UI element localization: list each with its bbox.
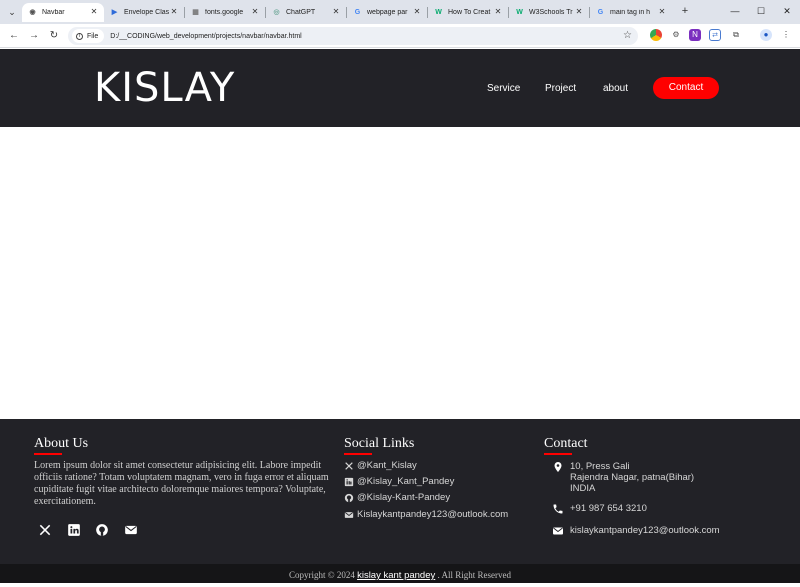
- tab-main-tag[interactable]: G main tag in h ✕: [590, 3, 672, 22]
- minimize-icon[interactable]: —: [726, 3, 744, 19]
- chrome-extension-icon[interactable]: [650, 29, 662, 41]
- profile-avatar-icon[interactable]: ●: [760, 29, 772, 41]
- linkedin-icon: [344, 477, 354, 486]
- main-content: [0, 127, 800, 419]
- onenote-extension-icon[interactable]: N: [689, 29, 701, 41]
- copyright-bar: Copyright © 2024 kislay kant pandey . Al…: [0, 564, 800, 583]
- bookmark-star-icon[interactable]: ☆: [623, 29, 632, 43]
- tab-fonts-google[interactable]: ▦ fonts.google ✕: [185, 3, 265, 22]
- contact-heading: Contact: [544, 436, 588, 451]
- address-line: INDIA: [570, 483, 596, 494]
- location-pin-icon: [554, 462, 562, 472]
- social-link-x[interactable]: @Kant_Kislay: [344, 460, 417, 471]
- about-heading: About Us: [34, 436, 89, 451]
- nav-link-project[interactable]: Project: [545, 83, 576, 94]
- close-icon[interactable]: ✕: [249, 6, 261, 18]
- close-icon[interactable]: ✕: [656, 6, 668, 18]
- tab-favicon-icon: ▦: [192, 9, 199, 16]
- contact-email[interactable]: kislaykantpandey123@outlook.com: [552, 525, 720, 537]
- reload-icon[interactable]: ↻: [46, 28, 62, 44]
- github-icon[interactable]: [95, 523, 109, 537]
- social-link-github[interactable]: @Kislay-Kant-Pandey: [344, 492, 450, 503]
- mail-icon[interactable]: [124, 523, 138, 537]
- close-icon[interactable]: ✕: [88, 6, 100, 18]
- close-icon[interactable]: ✕: [168, 6, 180, 18]
- extension-gear-icon[interactable]: ⚙: [670, 29, 682, 41]
- forward-arrow-icon[interactable]: →: [26, 28, 42, 44]
- social-link-label: Kislaykantpandey123@outlook.com: [357, 509, 509, 520]
- address-bar[interactable]: i File D:/__CODING/web_development/proje…: [68, 27, 638, 45]
- copyright-author-link[interactable]: kislay kant pandey: [357, 570, 435, 581]
- logo[interactable]: KISLAY: [94, 67, 235, 109]
- maximize-icon[interactable]: ☐: [752, 3, 770, 19]
- tab-webpage-par[interactable]: G webpage par ✕: [347, 3, 427, 22]
- more-menu-icon[interactable]: ⋮: [780, 29, 792, 41]
- window-close-icon[interactable]: ✕: [778, 3, 796, 19]
- cast-extension-icon[interactable]: ⇄: [709, 29, 721, 41]
- w3schools-icon: W: [516, 9, 523, 16]
- social-link-label: @Kislay-Kant-Pandey: [357, 492, 451, 503]
- google-icon: G: [597, 9, 604, 16]
- back-arrow-icon[interactable]: ←: [6, 28, 22, 44]
- puzzle-extensions-icon[interactable]: ⧉: [730, 29, 742, 41]
- file-label: File: [87, 32, 99, 40]
- site-info-chip[interactable]: i File: [72, 29, 105, 43]
- about-text: Lorem ipsum dolor sit amet consectetur a…: [34, 460, 329, 507]
- nav-link-service[interactable]: Service: [487, 83, 520, 94]
- mail-icon: [344, 511, 354, 518]
- contact-button[interactable]: Contact: [653, 77, 719, 99]
- mail-icon: [553, 527, 563, 535]
- address-line: Rajendra Nagar, patna(Bihar): [570, 472, 695, 483]
- social-link-email[interactable]: Kislaykantpandey123@outlook.com: [344, 509, 508, 520]
- google-icon: G: [354, 9, 361, 16]
- x-icon: [345, 461, 353, 470]
- browser-tab-strip: ⌄ ◉ Navbar ✕ ▶ Envelope Clas ✕ ▦ fonts.g…: [0, 0, 800, 24]
- tab-chatgpt[interactable]: ◎ ChatGPT ✕: [266, 3, 346, 22]
- contact-address: 10, Press Gali Rajendra Nagar, patna(Bih…: [552, 461, 694, 494]
- tab-favicon-icon: ▶: [111, 9, 118, 16]
- contact-phone[interactable]: +91 987 654 3210: [552, 503, 647, 515]
- url-text[interactable]: D:/__CODING/web_development/projects/nav…: [110, 33, 301, 40]
- info-icon: i: [76, 32, 83, 40]
- close-icon[interactable]: ✕: [411, 6, 423, 18]
- w3schools-icon: W: [435, 9, 442, 16]
- phone-number: +91 987 654 3210: [570, 503, 647, 514]
- x-icon[interactable]: [38, 523, 52, 537]
- site-header: KISLAY Service Project about Contact: [0, 49, 800, 127]
- close-icon[interactable]: ✕: [330, 6, 342, 18]
- chatgpt-icon: ◎: [273, 9, 280, 16]
- email-address: kislaykantpandey123@outlook.com: [570, 525, 720, 536]
- linkedin-icon[interactable]: [67, 523, 81, 537]
- social-link-label: @Kant_Kislay: [357, 460, 417, 471]
- tab-navbar[interactable]: ◉ Navbar ✕: [22, 3, 104, 22]
- tab-envelope-class[interactable]: ▶ Envelope Clas ✕: [104, 3, 184, 22]
- tab-search-chevron-icon[interactable]: ⌄: [4, 4, 20, 20]
- phone-icon: [553, 504, 563, 514]
- copyright-prefix: Copyright © 2024: [288, 570, 358, 580]
- github-icon: [344, 493, 354, 502]
- site-footer: About Us Lorem ipsum dolor sit amet cons…: [0, 419, 800, 564]
- close-icon[interactable]: ✕: [573, 6, 585, 18]
- tab-how-to-create[interactable]: W How To Creat ✕: [428, 3, 508, 22]
- tab-w3schools[interactable]: W W3Schools Tr ✕: [509, 3, 589, 22]
- close-icon[interactable]: ✕: [492, 6, 504, 18]
- nav-link-about[interactable]: about: [603, 83, 628, 94]
- globe-icon: ◉: [29, 9, 36, 16]
- social-link-linkedin[interactable]: @Kislay_Kant_Pandey: [344, 476, 454, 487]
- copyright-suffix: . All Right Reserved: [435, 570, 512, 580]
- social-links-heading: Social Links: [344, 436, 415, 451]
- new-tab-plus-icon[interactable]: +: [678, 4, 692, 18]
- heading-underline: [544, 453, 572, 455]
- browser-toolbar: ← → ↻ i File D:/__CODING/web_development…: [0, 24, 800, 48]
- social-link-label: @Kislay_Kant_Pandey: [357, 476, 455, 487]
- heading-underline: [34, 453, 62, 455]
- address-line: 10, Press Gali: [570, 461, 630, 472]
- heading-underline: [344, 453, 372, 455]
